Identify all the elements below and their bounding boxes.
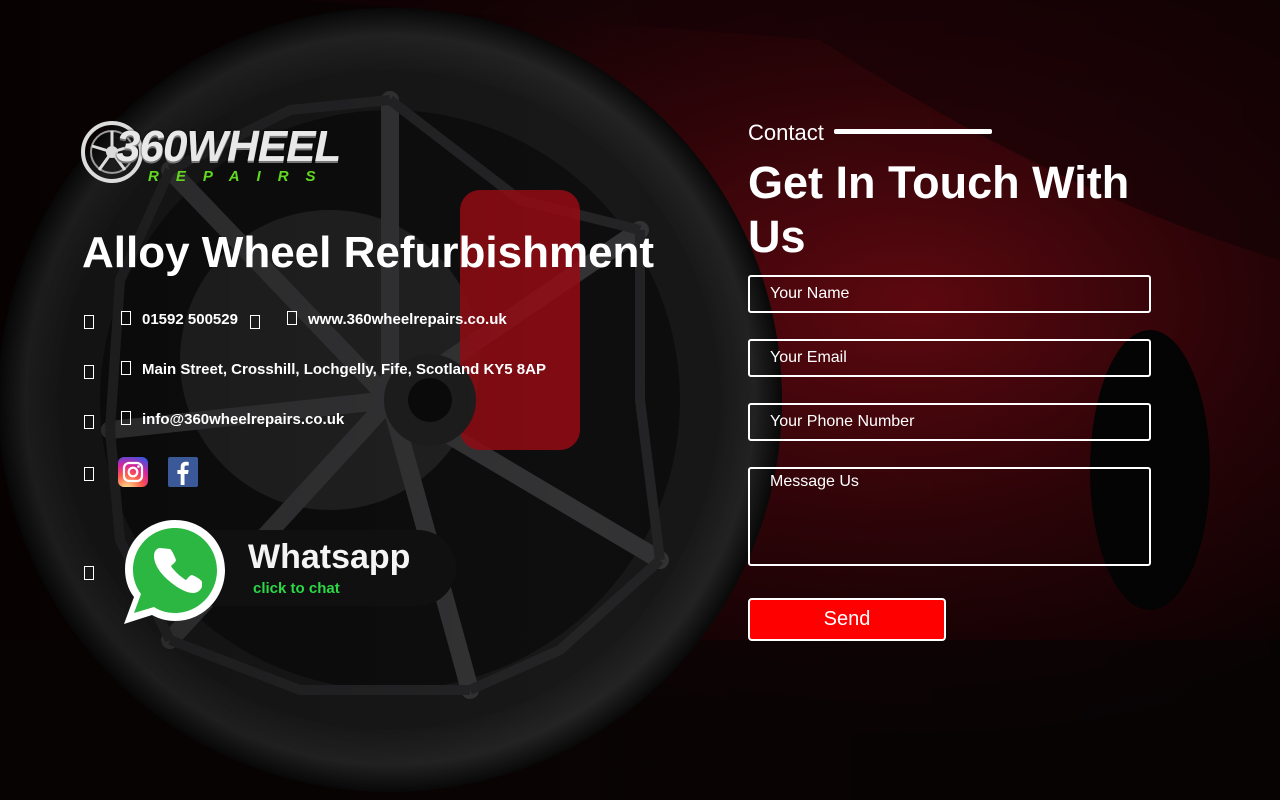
row-bullet-icon <box>84 467 94 484</box>
row-bullet-icon <box>84 365 94 382</box>
whatsapp-subtitle[interactable]: click to chat <box>253 580 340 597</box>
row-bullet-icon <box>84 415 94 432</box>
message-textarea[interactable] <box>748 467 1151 566</box>
brand-logo[interactable]: 360WHEEL REPAIRS <box>80 118 410 188</box>
website-link[interactable]: www.360wheelrepairs.co.uk <box>308 311 507 328</box>
contact-section-label: Contact <box>748 120 824 145</box>
contact-divider <box>834 129 992 134</box>
form-title: Get In Touch With Us <box>748 157 1130 262</box>
name-input[interactable] <box>748 275 1151 313</box>
row-bullet-icon <box>84 315 94 332</box>
email-input[interactable] <box>748 339 1151 377</box>
logo-wordmark: 360WHEEL <box>116 122 341 171</box>
whatsapp-icon[interactable] <box>116 514 234 630</box>
facebook-icon[interactable] <box>168 457 198 487</box>
map-pin-icon <box>121 361 131 378</box>
phone-input[interactable] <box>748 403 1151 441</box>
website-icon <box>287 311 297 328</box>
envelope-icon <box>121 411 131 428</box>
send-button[interactable]: Send <box>748 598 946 641</box>
phone-number-link[interactable]: 01592 500529 <box>142 311 238 328</box>
address-text: Main Street, Crosshill, Lochgelly, Fife,… <box>142 361 546 378</box>
instagram-icon[interactable] <box>118 457 148 487</box>
row-bullet-icon <box>84 566 94 583</box>
logo-subtitle: REPAIRS <box>148 168 333 185</box>
phone-icon <box>121 311 131 328</box>
whatsapp-title[interactable]: Whatsapp <box>248 538 410 577</box>
page-headline: Alloy Wheel Refurbishment <box>82 228 655 277</box>
email-link[interactable]: info@360wheelrepairs.co.uk <box>142 411 344 428</box>
globe-icon <box>250 315 260 332</box>
